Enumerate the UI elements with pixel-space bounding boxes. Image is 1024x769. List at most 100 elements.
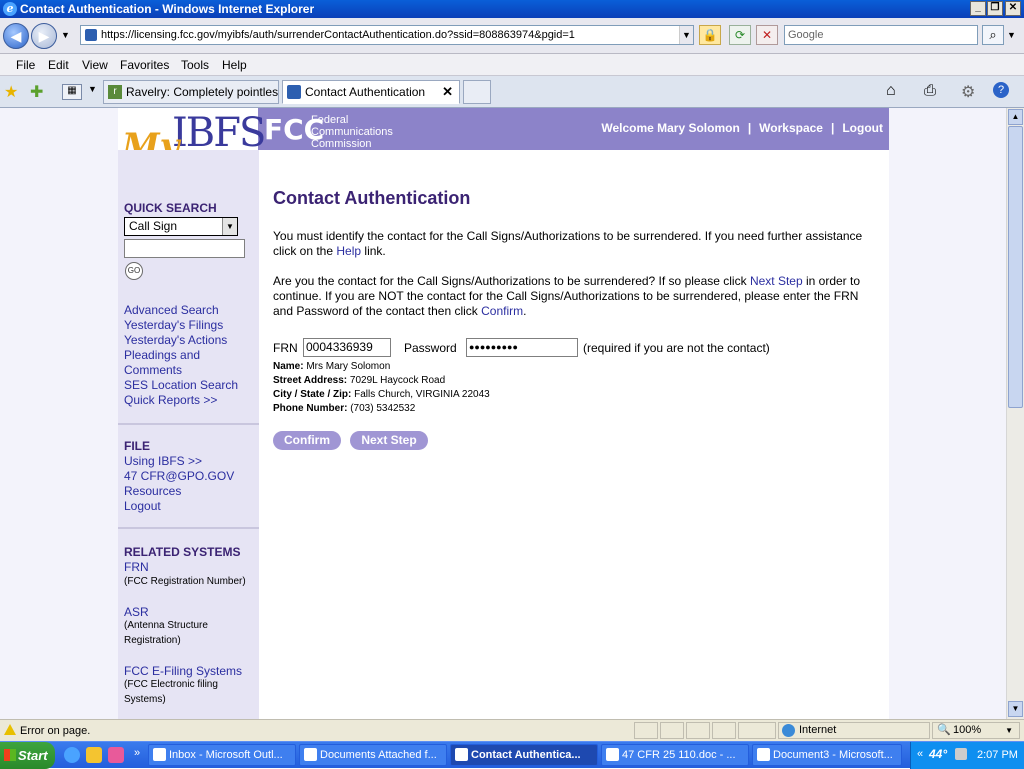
menu-favorites[interactable]: Favorites: [120, 58, 169, 72]
menu-edit[interactable]: Edit: [48, 58, 69, 72]
workspace-link[interactable]: Workspace: [759, 121, 823, 135]
zoom-text: 100%: [953, 724, 982, 736]
task-contact-authentication[interactable]: Contact Authentica...: [450, 744, 598, 766]
warning-icon[interactable]: [4, 724, 16, 735]
forward-button[interactable]: ▶: [31, 23, 57, 49]
tray-expand-icon[interactable]: «: [917, 748, 923, 760]
tools-gear-icon[interactable]: ⚙: [961, 82, 975, 102]
password-label: Password: [404, 341, 457, 355]
confirm-button[interactable]: Confirm: [273, 431, 341, 450]
quick-tabs-icon[interactable]: ▦: [62, 84, 82, 100]
task-47cfr-doc[interactable]: 47 CFR 25 110.doc - ...: [601, 744, 749, 766]
weather-temp[interactable]: 44°: [929, 747, 947, 761]
printer-tray-icon[interactable]: [955, 748, 967, 760]
resources-link[interactable]: Resources: [124, 484, 181, 498]
frn-input[interactable]: 0004336939: [303, 338, 391, 357]
home-icon[interactable]: ⌂: [886, 82, 896, 100]
task-document3[interactable]: Document3 - Microsoft...: [752, 744, 902, 766]
efiling-link[interactable]: FCC E-Filing Systems: [124, 664, 242, 678]
using-ibfs-link[interactable]: Using IBFS >>: [124, 454, 202, 468]
quicklaunch-outlook-icon[interactable]: [86, 747, 102, 763]
scroll-up-icon[interactable]: ▲: [1008, 109, 1023, 125]
sidebar-logout-link[interactable]: Logout: [124, 499, 161, 513]
status-cell: [686, 722, 710, 739]
search-input[interactable]: Google: [784, 25, 978, 45]
quick-search-input[interactable]: [124, 239, 245, 258]
yesterdays-actions-link[interactable]: Yesterday's Actions: [124, 333, 227, 347]
menu-help[interactable]: Help: [222, 58, 247, 72]
stop-icon[interactable]: ✕: [756, 25, 778, 45]
asr-link[interactable]: ASR: [124, 605, 149, 619]
comments-link[interactable]: Comments: [124, 363, 182, 377]
back-button[interactable]: ◀: [3, 23, 29, 49]
task-label: 47 CFR 25 110.doc - ...: [622, 749, 736, 761]
go-button[interactable]: GO: [125, 262, 143, 280]
help-icon[interactable]: ?: [993, 82, 1009, 98]
password-input[interactable]: ●●●●●●●●●: [466, 338, 578, 357]
url-input[interactable]: https://licensing.fcc.gov/myibfs/auth/su…: [80, 25, 694, 45]
chevron-down-icon: ▼: [222, 218, 237, 235]
quicklaunch-app-icon[interactable]: [108, 747, 124, 763]
url-dropdown-icon[interactable]: ▼: [679, 26, 693, 44]
cfr-gpo-link[interactable]: 47 CFR@GPO.GOV: [124, 469, 234, 483]
lock-icon[interactable]: 🔒: [699, 25, 721, 45]
advanced-search-link[interactable]: Advanced Search: [124, 303, 219, 317]
menu-tools[interactable]: Tools: [181, 58, 209, 72]
quick-search-select[interactable]: Call Sign ▼: [124, 217, 238, 236]
status-text[interactable]: Error on page.: [20, 725, 90, 737]
vertical-scrollbar[interactable]: ▲ ▼: [1006, 108, 1024, 719]
frn-link[interactable]: FRN: [124, 560, 149, 574]
scroll-down-icon[interactable]: ▼: [1008, 701, 1023, 717]
help-link[interactable]: Help: [336, 244, 361, 258]
close-window-button[interactable]: ✕: [1005, 1, 1021, 16]
tab-list-icon[interactable]: ▼: [88, 84, 100, 100]
close-tab-icon[interactable]: ✕: [442, 81, 453, 103]
restore-button[interactable]: ❐: [987, 1, 1003, 16]
history-dropdown-icon[interactable]: ▼: [61, 30, 70, 40]
city-label: City / State / Zip:: [273, 389, 352, 400]
welcome-link[interactable]: Welcome Mary Solomon: [601, 121, 739, 135]
status-cell: [660, 722, 684, 739]
search-options-icon[interactable]: ▼: [1007, 30, 1016, 40]
quicklaunch-ie-icon[interactable]: [64, 747, 80, 763]
system-tray: « 44° 2:07 PM: [910, 742, 1024, 769]
fcc-name-line: Commission: [311, 138, 372, 150]
required-note: (required if you are not the contact): [583, 341, 770, 355]
confirm-link[interactable]: Confirm: [481, 304, 523, 318]
tab-contact-authentication[interactable]: Contact Authentication ✕: [282, 80, 460, 104]
new-tab-button[interactable]: [463, 80, 491, 104]
next-step-link[interactable]: Next Step: [750, 274, 803, 288]
favorites-star-icon[interactable]: ★: [4, 82, 18, 102]
yesterdays-filings-link[interactable]: Yesterday's Filings: [124, 318, 223, 332]
mail-icon: [304, 748, 317, 761]
tab-label: Contact Authentication: [305, 85, 426, 99]
search-icon[interactable]: ⌕: [982, 25, 1004, 45]
security-zone[interactable]: Internet: [778, 722, 930, 739]
forward-arrow-icon: ▶: [38, 28, 50, 44]
menu-file[interactable]: File: [16, 58, 35, 72]
minimize-button[interactable]: _: [970, 1, 986, 16]
quick-reports-link[interactable]: Quick Reports >>: [124, 393, 217, 407]
zoom-control[interactable]: 🔍 100% ▼: [932, 722, 1020, 739]
intro-text: link.: [361, 244, 386, 258]
menu-view[interactable]: View: [82, 58, 108, 72]
task-label: Documents Attached f...: [320, 749, 437, 761]
scroll-thumb[interactable]: [1008, 126, 1023, 408]
task-documents-attached[interactable]: Documents Attached f...: [299, 744, 447, 766]
next-step-button[interactable]: Next Step: [350, 431, 428, 450]
task-inbox-outlook[interactable]: Inbox - Microsoft Outl...: [148, 744, 296, 766]
print-icon[interactable]: ⎙: [924, 82, 936, 99]
ses-location-search-link[interactable]: SES Location Search: [124, 378, 238, 392]
header-logout-link[interactable]: Logout: [842, 121, 883, 135]
asr-description: Registration): [124, 635, 181, 646]
refresh-icon[interactable]: ⟳: [729, 25, 751, 45]
clock[interactable]: 2:07 PM: [977, 749, 1018, 761]
start-button[interactable]: Start: [0, 742, 55, 769]
left-sidebar: QUICK SEARCH Call Sign ▼ GO Advanced Sea…: [118, 150, 259, 719]
fcc-favicon-icon: [287, 85, 301, 99]
word-icon: [606, 748, 619, 761]
tab-ravelry[interactable]: r Ravelry: Completely pointles...: [103, 80, 279, 104]
pleadings-link[interactable]: Pleadings and: [124, 348, 200, 362]
quicklaunch-expand-icon[interactable]: »: [134, 747, 140, 759]
add-favorite-icon[interactable]: ✚: [30, 82, 43, 102]
